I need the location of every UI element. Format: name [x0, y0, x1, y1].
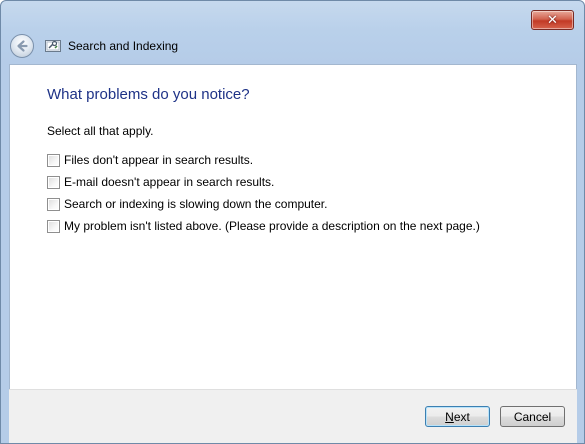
footer-bar: Next Cancel: [9, 389, 577, 443]
instruction-text: Select all that apply.: [47, 124, 154, 138]
option-files-label[interactable]: Files don't appear in search results.: [64, 153, 253, 167]
option-slow-checkbox[interactable]: [47, 197, 60, 211]
back-arrow-icon: [17, 40, 28, 52]
option-slow[interactable]: Search or indexing is slowing down the c…: [47, 193, 480, 215]
close-icon: ✕: [547, 12, 558, 28]
option-files-checkbox[interactable]: [47, 153, 60, 167]
option-email-checkbox[interactable]: [47, 175, 60, 189]
troubleshooter-icon: [45, 40, 61, 52]
page-heading: What problems do you notice?: [47, 86, 250, 103]
options-list: Files don't appear in search results. E-…: [47, 149, 480, 237]
cancel-button[interactable]: Cancel: [500, 406, 565, 427]
back-button[interactable]: [10, 34, 34, 58]
option-other-label[interactable]: My problem isn't listed above. (Please p…: [64, 219, 480, 233]
next-mnemonic: N: [445, 409, 454, 424]
close-button[interactable]: ✕: [531, 10, 574, 30]
option-slow-label[interactable]: Search or indexing is slowing down the c…: [64, 197, 327, 211]
option-other[interactable]: My problem isn't listed above. (Please p…: [47, 215, 480, 237]
dialog-window: ✕ Search and Indexing What problems do y…: [0, 0, 585, 444]
option-email[interactable]: E-mail doesn't appear in search results.: [47, 171, 480, 193]
option-email-label[interactable]: E-mail doesn't appear in search results.: [64, 175, 274, 189]
option-other-checkbox[interactable]: [47, 219, 60, 233]
next-button[interactable]: Next: [425, 406, 490, 427]
next-label-rest: ext: [453, 409, 470, 424]
option-files[interactable]: Files don't appear in search results.: [47, 149, 480, 171]
content-panel: What problems do you notice? Select all …: [9, 64, 577, 390]
window-title: Search and Indexing: [68, 39, 179, 53]
